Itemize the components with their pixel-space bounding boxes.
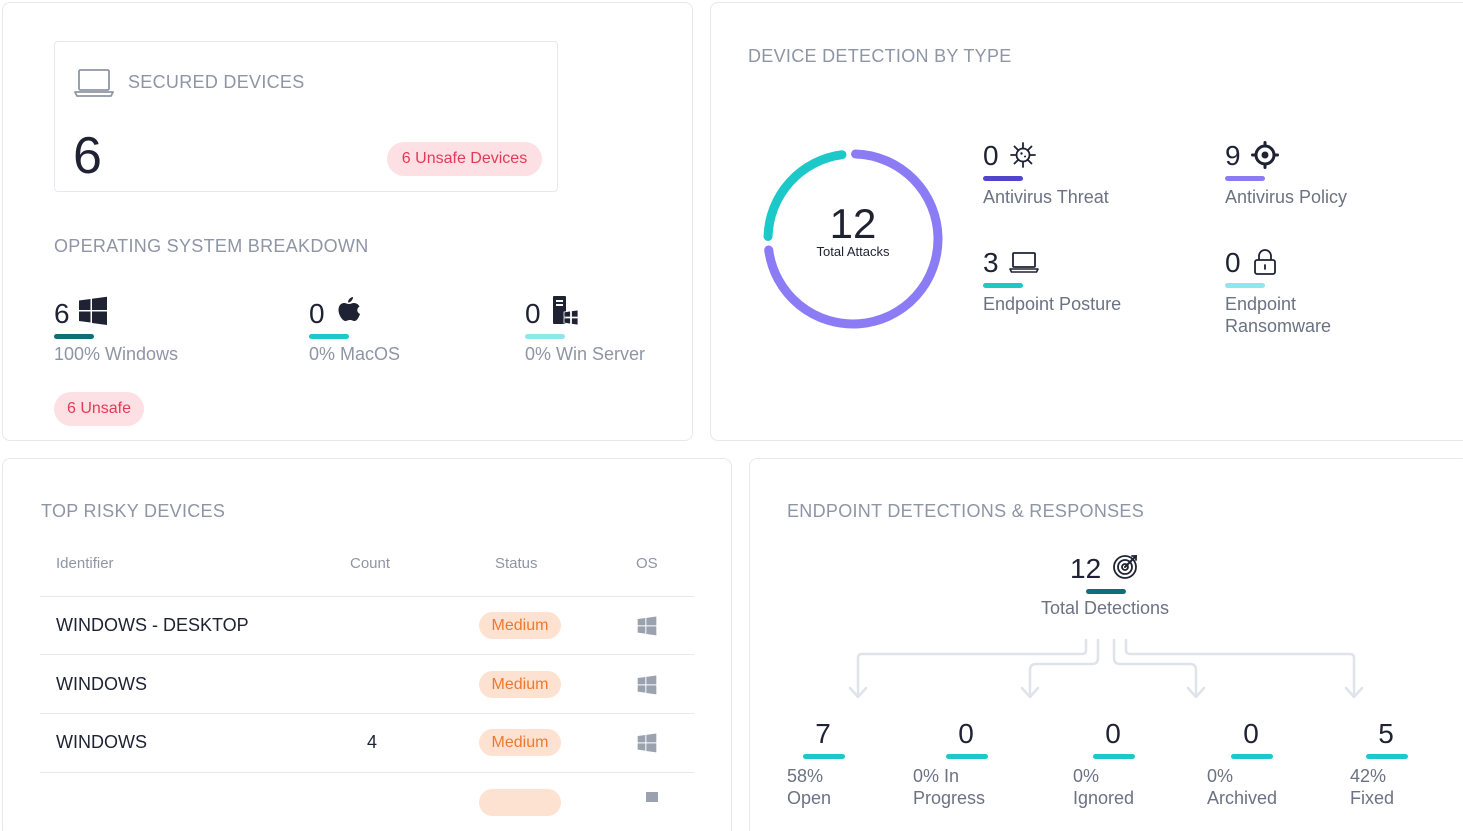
secured-devices-title: SECURED DEVICES xyxy=(128,72,305,92)
detection-by-type-card: DEVICE DETECTION BY TYPE 12 Total Attack… xyxy=(710,2,1463,441)
radar-target-icon xyxy=(1113,555,1137,579)
os-winserver-underline xyxy=(525,334,565,339)
os-windows-count: 6 xyxy=(54,298,70,329)
server-icon xyxy=(553,296,579,326)
row-identifier: WINDOWS - DESKTOP xyxy=(56,615,249,635)
unsafe-devices-badge[interactable]: 6 Unsafe Devices xyxy=(387,142,542,176)
edr-ignored-underline xyxy=(1093,754,1135,759)
col-header-identifier[interactable]: Identifier xyxy=(56,555,114,572)
endpoint-ransomware-underline xyxy=(1225,283,1265,288)
antivirus-policy-underline xyxy=(1225,176,1265,181)
edr-ignored-count: 0 xyxy=(1105,718,1121,749)
detections-flow-connectors xyxy=(848,638,1364,698)
edr-archived-count: 0 xyxy=(1243,718,1259,749)
os-macos-underline xyxy=(309,334,349,339)
top-risky-devices-title: TOP RISKY DEVICES xyxy=(41,501,226,521)
antivirus-threat-label: Antivirus Threat xyxy=(983,187,1109,207)
antivirus-policy-label: Antivirus Policy xyxy=(1225,187,1348,207)
total-detections-count: 12 xyxy=(1070,553,1102,584)
secured-devices-count: 6 xyxy=(73,127,102,185)
edr-ignored-pct: 0% xyxy=(1073,766,1100,786)
endpoint-ransomware-label: Endpoint Ransomware xyxy=(1225,294,1332,336)
secured-devices-box: SECURED DEVICES 6 6 Unsafe Devices xyxy=(54,41,558,192)
antivirus-threat-underline xyxy=(983,176,1023,181)
os-winserver-count: 0 xyxy=(525,298,541,329)
endpoint-ransomware-count: 0 xyxy=(1225,247,1241,278)
edr-open-pct: 58% xyxy=(787,766,824,786)
unsafe-badge[interactable]: 6 Unsafe xyxy=(54,392,144,426)
edr-in-progress-label: Progress xyxy=(913,788,986,808)
edr-open-count: 7 xyxy=(815,718,831,749)
edr-in-progress-pct: 0% In xyxy=(913,766,960,786)
col-header-status[interactable]: Status xyxy=(495,555,538,572)
total-detections-label: Total Detections xyxy=(1040,598,1170,618)
antivirus-policy-count: 9 xyxy=(1225,140,1241,171)
row-count: 4 xyxy=(367,732,378,752)
status-badge: Medium xyxy=(479,671,561,698)
windows-icon xyxy=(637,675,657,695)
total-attacks-count: 12 xyxy=(829,200,877,247)
edr-archived-underline xyxy=(1231,754,1273,759)
total-detections-underline xyxy=(1086,589,1126,594)
edr-ignored-label: Ignored xyxy=(1073,788,1135,808)
virus-icon xyxy=(1010,142,1036,168)
edr-fixed-label: Fixed xyxy=(1350,788,1395,808)
os-macos-label: 0% MacOS xyxy=(309,344,401,364)
edr-archived-pct: 0% xyxy=(1207,766,1234,786)
edr-fixed-underline xyxy=(1366,754,1408,759)
os-windows-label: 100% Windows xyxy=(54,344,179,364)
os-winserver-label: 0% Win Server xyxy=(525,344,646,364)
laptop-icon xyxy=(74,69,114,97)
target-icon xyxy=(1251,141,1279,169)
row-identifier: WINDOWS xyxy=(56,732,147,752)
edr-fixed-pct: 42% xyxy=(1350,766,1387,786)
edr-open-underline xyxy=(803,754,845,759)
table-row[interactable] xyxy=(40,773,694,831)
status-badge: Medium xyxy=(479,729,561,756)
status-badge xyxy=(479,789,561,816)
row-identifier: WINDOWS xyxy=(56,674,147,694)
endpoint-posture-underline xyxy=(983,283,1023,288)
total-attacks-label: Total Attacks xyxy=(816,244,890,259)
lock-icon xyxy=(1254,249,1276,275)
windows-icon xyxy=(637,733,657,753)
edr-open-label: Open xyxy=(787,788,832,808)
os-breakdown-title: OPERATING SYSTEM BREAKDOWN xyxy=(54,236,369,256)
windows-icon xyxy=(637,616,657,636)
endpoint-posture-label: Endpoint Posture xyxy=(983,294,1122,314)
col-header-os[interactable]: OS xyxy=(636,555,658,572)
windows-icon xyxy=(646,792,658,802)
laptop-icon xyxy=(1009,252,1039,273)
apple-icon xyxy=(338,297,360,321)
detection-by-type-title: DEVICE DETECTION BY TYPE xyxy=(748,46,1012,66)
edr-title: ENDPOINT DETECTIONS & RESPONSES xyxy=(787,501,1145,521)
secured-devices-card: SECURED DEVICES 6 6 Unsafe Devices OPERA… xyxy=(2,2,693,441)
windows-icon xyxy=(79,296,107,325)
edr-in-progress-count: 0 xyxy=(958,718,974,749)
os-macos-count: 0 xyxy=(309,298,325,329)
edr-in-progress-underline xyxy=(946,754,988,759)
os-windows-underline xyxy=(54,334,94,339)
status-badge: Medium xyxy=(479,612,561,639)
antivirus-threat-count: 0 xyxy=(983,140,999,171)
col-header-count[interactable]: Count xyxy=(350,555,390,572)
edr-fixed-count: 5 xyxy=(1378,718,1394,749)
endpoint-posture-count: 3 xyxy=(983,247,999,278)
edr-archived-label: Archived xyxy=(1207,788,1278,808)
